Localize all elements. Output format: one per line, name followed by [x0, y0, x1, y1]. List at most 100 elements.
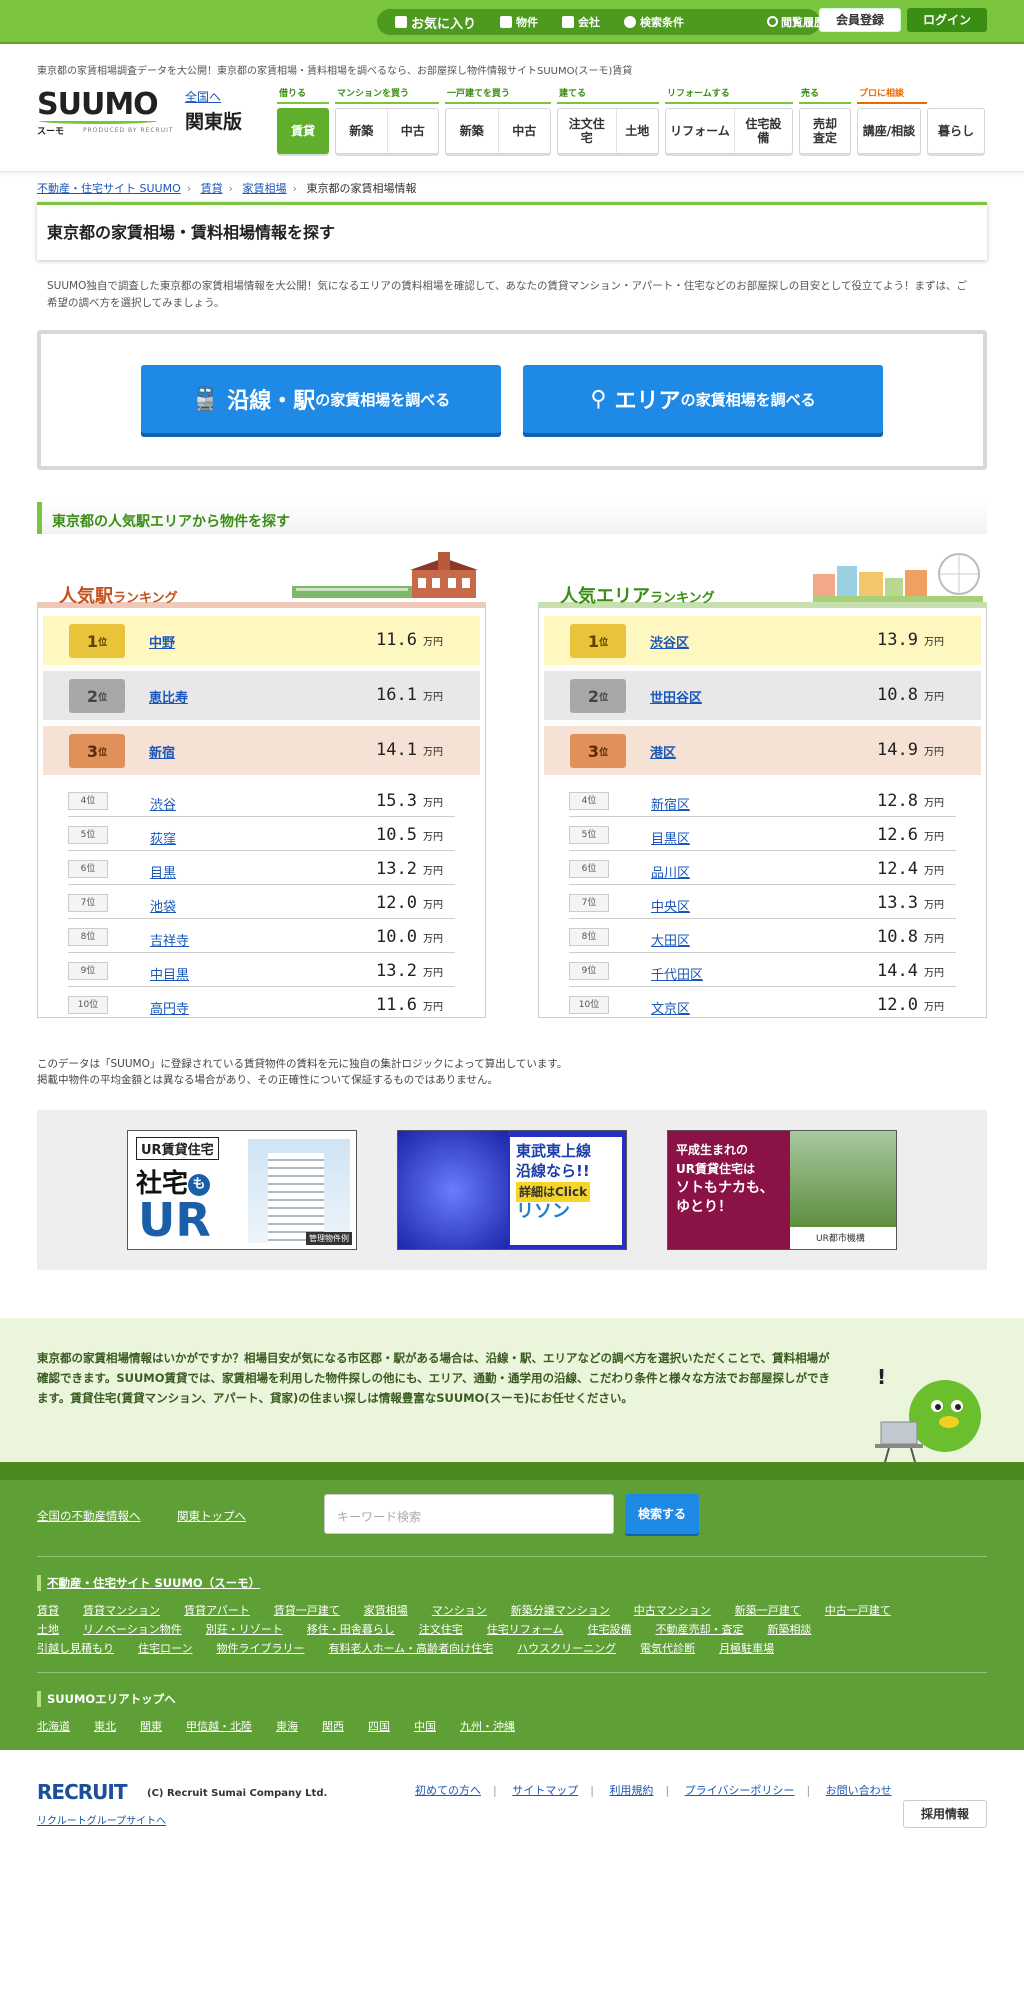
- footer-area-link[interactable]: 東海: [276, 1720, 298, 1733]
- footer-link[interactable]: 移住・田舎暮らし: [307, 1623, 395, 1636]
- footer-area-link[interactable]: 甲信越・北陸: [186, 1720, 252, 1733]
- area-ranking-body: 1位 渋谷区 13.9 万円 2位 世田谷区 10.8 万円 3位 港区 14.9 万…: [538, 608, 987, 1018]
- station-name-link[interactable]: 池袋: [150, 896, 176, 915]
- station-name-link[interactable]: 吉祥寺: [150, 930, 189, 949]
- bottom-link-privacy[interactable]: プライバシーポリシー: [685, 1784, 795, 1797]
- footer-kanto-link[interactable]: 関東トップへ: [177, 1508, 246, 1524]
- area-name-link[interactable]: 文京区: [651, 998, 690, 1017]
- bottom-link-sitemap[interactable]: サイトマップ: [512, 1784, 578, 1797]
- footer-divider: [37, 1556, 987, 1557]
- footer-area-link[interactable]: 関西: [322, 1720, 344, 1733]
- footer-search-input[interactable]: キーワード検索: [324, 1494, 614, 1534]
- nav-tochi[interactable]: 土地: [615, 109, 659, 153]
- area-name-link[interactable]: 港区: [650, 742, 676, 761]
- footer-link[interactable]: 新築分譲マンション: [511, 1604, 610, 1617]
- area-name-link[interactable]: 新宿区: [651, 794, 690, 813]
- station-name-link[interactable]: 渋谷: [150, 794, 176, 813]
- footer-link[interactable]: 新築一戸建て: [735, 1604, 801, 1617]
- company-link[interactable]: 会社: [562, 14, 600, 30]
- footer-link[interactable]: 家賃相場: [364, 1604, 408, 1617]
- footer-link[interactable]: 月極駐車場: [719, 1642, 774, 1655]
- footer-link[interactable]: 中古一戸建て: [825, 1604, 891, 1617]
- member-register-button[interactable]: 会員登録: [819, 8, 901, 32]
- footer-area-link[interactable]: 四国: [368, 1720, 390, 1733]
- ur-heisei-banner[interactable]: 平成生まれの UR賃貸住宅は ソトもナカも、 ゆとり！ UR都市機構: [667, 1130, 897, 1250]
- area-name-link[interactable]: 世田谷区: [650, 687, 702, 706]
- footer-site-heading-link[interactable]: 不動産・住宅サイト SUUMO（スーモ）: [47, 1576, 260, 1590]
- footer-link[interactable]: 住宅ローン: [138, 1642, 192, 1655]
- station-name-link[interactable]: 目黒: [150, 862, 176, 881]
- station-name-link[interactable]: 新宿: [149, 742, 175, 761]
- footer-link[interactable]: マンション: [432, 1604, 487, 1617]
- footer-link[interactable]: 別荘・リゾート: [206, 1623, 283, 1636]
- nav-kouza[interactable]: 講座/相談: [857, 108, 921, 154]
- area-name-link[interactable]: 渋谷区: [650, 632, 689, 651]
- tobu-tojo-banner[interactable]: 東武東上線 沿線なら!! 詳細はClick リソン: [397, 1130, 627, 1250]
- footer-link[interactable]: 住宅リフォーム: [487, 1623, 564, 1636]
- footer-link[interactable]: 土地: [37, 1623, 59, 1636]
- recruit-group-link[interactable]: リクルートグループサイトへ: [37, 1812, 166, 1827]
- ur-shataku-banner[interactable]: UR賃貸住宅 社宅も UR 管理物件例: [127, 1130, 357, 1250]
- footer-zenkoku-link[interactable]: 全国の不動産情報へ: [37, 1508, 141, 1524]
- nav-chintai[interactable]: 賃貸: [277, 108, 329, 154]
- nav-house-new[interactable]: 新築: [446, 109, 498, 153]
- station-name-link[interactable]: 中目黒: [150, 964, 189, 983]
- station-name-link[interactable]: 荻窪: [150, 828, 176, 847]
- search-conditions-link[interactable]: 検索条件: [624, 14, 684, 30]
- footer-link[interactable]: 注文住宅: [419, 1623, 463, 1636]
- footer-area-link[interactable]: 九州・沖縄: [460, 1720, 515, 1733]
- search-by-area-button[interactable]: ⚲ エリア の家賃相場を調べる: [523, 365, 883, 433]
- area-name-link[interactable]: 品川区: [651, 862, 690, 881]
- map-pin-icon: ⚲: [590, 386, 607, 412]
- footer-link[interactable]: 有料老人ホーム・高齢者向け住宅: [328, 1642, 493, 1655]
- recruit-info-button[interactable]: 採用情報: [903, 1800, 987, 1828]
- station-name-link[interactable]: 中野: [149, 632, 175, 651]
- footer-link[interactable]: 賃貸マンション: [83, 1604, 160, 1617]
- footer-area-link[interactable]: 北海道: [37, 1720, 70, 1733]
- footer-link[interactable]: 物件ライブラリー: [216, 1642, 304, 1655]
- recruit-logo[interactable]: RECRUIT: [37, 1780, 127, 1804]
- area-price: 14.4 万円: [877, 961, 944, 981]
- property-link[interactable]: 物件: [500, 14, 538, 30]
- suumo-logo[interactable]: SUUMO スーモ PRODUCED BY RECRUIT: [37, 90, 177, 138]
- footer-link[interactable]: 電気代診断: [640, 1642, 695, 1655]
- zenkoku-link[interactable]: 全国へ: [185, 88, 242, 105]
- footer-link[interactable]: 賃貸一戸建て: [274, 1604, 340, 1617]
- footer-link[interactable]: ハウスクリーニング: [517, 1642, 616, 1655]
- area-name-link[interactable]: 大田区: [651, 930, 690, 949]
- breadcrumb-souba[interactable]: 家賃相場: [243, 182, 287, 195]
- bottom-link-terms[interactable]: 利用規約: [609, 1784, 653, 1797]
- bottom-link-beginner[interactable]: 初めての方へ: [415, 1784, 481, 1797]
- footer-link[interactable]: 賃貸: [37, 1604, 59, 1617]
- footer-link[interactable]: 不動産売却・査定: [655, 1623, 743, 1636]
- bottom-link-contact[interactable]: お問い合わせ: [826, 1784, 892, 1797]
- footer-link[interactable]: 引越し見積もり: [37, 1642, 114, 1655]
- login-button[interactable]: ログイン: [907, 8, 987, 32]
- nav-setsubi[interactable]: 住宅設備: [733, 109, 792, 153]
- footer-link[interactable]: 賃貸アパート: [184, 1604, 250, 1617]
- nav-baikyaku[interactable]: 売却査定: [799, 108, 851, 154]
- nav-chumon[interactable]: 注文住宅: [558, 109, 616, 153]
- area-name-link[interactable]: 目黒区: [651, 828, 690, 847]
- station-name-link[interactable]: 高円寺: [150, 998, 189, 1017]
- station-name-link[interactable]: 恵比寿: [149, 687, 188, 706]
- footer-area-link[interactable]: 東北: [94, 1720, 116, 1733]
- footer-link[interactable]: 住宅設備: [587, 1623, 631, 1636]
- footer-area-link[interactable]: 中国: [414, 1720, 436, 1733]
- favorite-link[interactable]: お気に入り: [395, 13, 476, 32]
- footer-link[interactable]: 中古マンション: [634, 1604, 711, 1617]
- nav-house-used[interactable]: 中古: [497, 109, 551, 153]
- footer-link[interactable]: 新築相談: [767, 1623, 811, 1636]
- breadcrumb-chintai[interactable]: 賃貸: [201, 182, 223, 195]
- nav-mansion-used[interactable]: 中古: [386, 109, 439, 153]
- nav-kurashi[interactable]: 暮らし: [927, 108, 985, 154]
- nav-reform[interactable]: リフォーム: [666, 109, 734, 153]
- footer-search-button[interactable]: 検索する: [625, 1494, 699, 1534]
- search-by-line-button[interactable]: 🚆 沿線・駅 の家賃相場を調べる: [141, 365, 501, 433]
- area-name-link[interactable]: 中央区: [651, 896, 690, 915]
- area-name-link[interactable]: 千代田区: [651, 964, 703, 983]
- nav-mansion-new[interactable]: 新築: [336, 109, 387, 153]
- footer-link[interactable]: リノベーション物件: [83, 1623, 182, 1636]
- breadcrumb-home[interactable]: 不動産・住宅サイト SUUMO: [37, 182, 181, 195]
- footer-area-link[interactable]: 関東: [140, 1720, 162, 1733]
